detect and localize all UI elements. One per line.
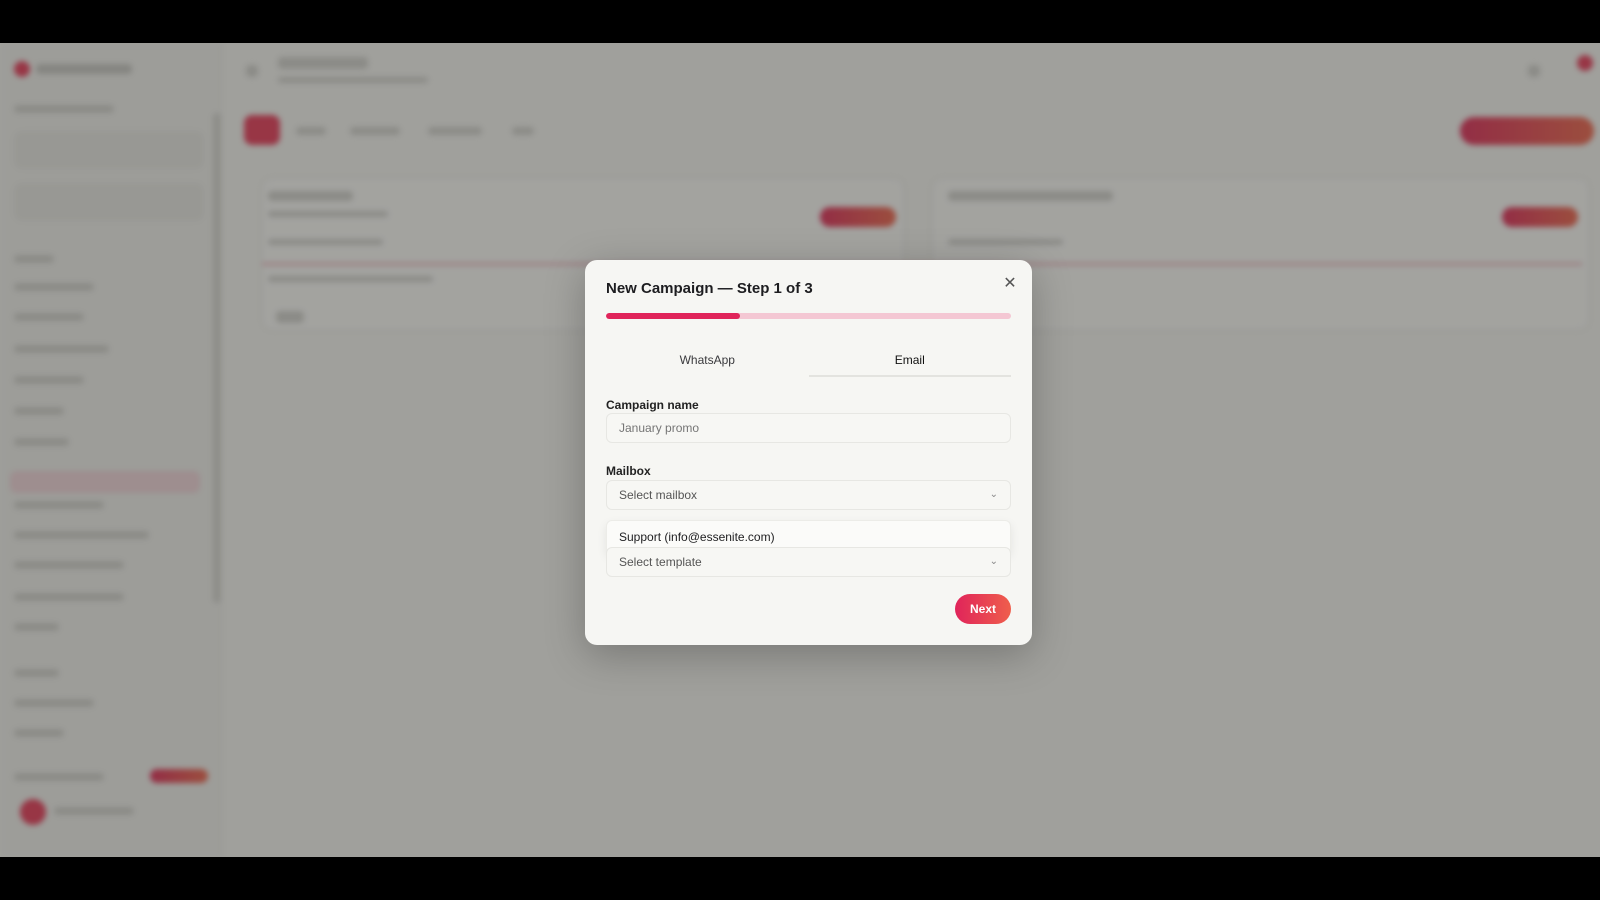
tab-whatsapp[interactable]: WhatsApp <box>606 343 809 377</box>
mailbox-label: Mailbox <box>606 464 651 478</box>
mailbox-select[interactable]: Select mailbox ⌄ <box>606 480 1011 510</box>
modal-title: New Campaign — Step 1 of 3 <box>606 280 813 297</box>
step-progress-bar <box>606 313 1011 319</box>
channel-tabs: WhatsApp Email <box>606 343 1011 377</box>
step-progress-fill <box>606 313 740 319</box>
next-button[interactable]: Next <box>955 594 1011 624</box>
chevron-down-icon: ⌄ <box>989 489 998 500</box>
chevron-down-icon: ⌄ <box>989 556 998 567</box>
template-select[interactable]: Select template ⌄ <box>606 547 1011 577</box>
campaign-name-input[interactable] <box>606 413 1011 443</box>
tab-email[interactable]: Email <box>808 343 1011 377</box>
campaign-name-label: Campaign name <box>606 398 699 412</box>
template-select-value: Select template <box>619 555 702 569</box>
new-campaign-modal: New Campaign — Step 1 of 3 ✕ WhatsApp Em… <box>585 260 1032 645</box>
app-window: New Campaign — Step 1 of 3 ✕ WhatsApp Em… <box>0 43 1600 857</box>
mailbox-select-value: Select mailbox <box>619 488 698 502</box>
close-icon[interactable]: ✕ <box>1000 274 1020 294</box>
